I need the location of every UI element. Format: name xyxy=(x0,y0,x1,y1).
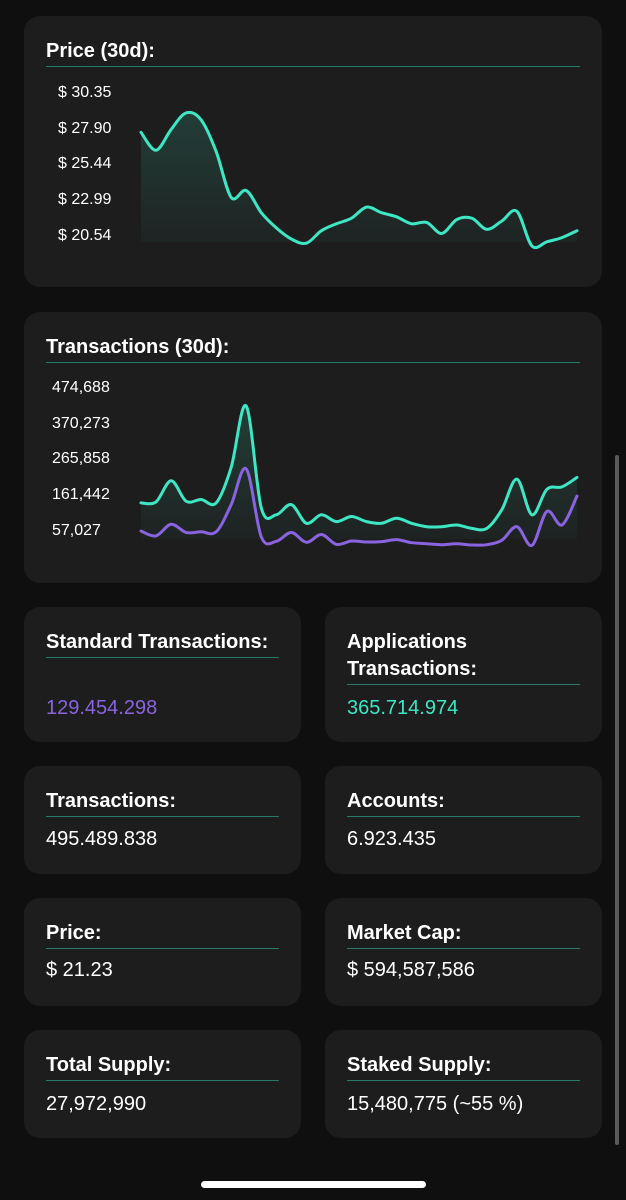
price-area-fill xyxy=(141,112,577,248)
transactions-tick-label: 474,688 xyxy=(52,379,110,396)
price-chart-card: Price (30d): $ 30.35 $ 27.90 $ 25.44 $ 2… xyxy=(24,16,602,287)
staked-supply-value: 15,480,775 (~55 %) xyxy=(347,1093,524,1115)
price-label: Price: xyxy=(46,920,279,949)
transactions-chart-card: Transactions (30d): 474,688 370,273 265,… xyxy=(24,312,602,583)
total-supply-card: Total Supply: 27,972,990 xyxy=(24,1030,301,1138)
price-card: Price: $ 21.23 xyxy=(24,898,301,1006)
standard-transactions-label: Standard Transactions: xyxy=(46,629,279,658)
price-chart-title: Price (30d): xyxy=(46,38,580,67)
accounts-label: Accounts: xyxy=(347,788,580,817)
scrollbar[interactable] xyxy=(615,455,619,1145)
market-cap-label: Market Cap: xyxy=(347,920,580,949)
transactions-tick-label: 370,273 xyxy=(52,415,110,432)
staked-supply-card: Staked Supply: 15,480,775 (~55 %) xyxy=(325,1030,602,1138)
transactions-tick-label: 161,442 xyxy=(52,486,110,503)
market-cap-card: Market Cap: $ 594,587,586 xyxy=(325,898,602,1006)
price-tick-label: $ 22.99 xyxy=(58,191,112,208)
transactions-chart-title: Transactions (30d): xyxy=(46,334,580,363)
price-line-chart xyxy=(139,110,579,250)
transactions-line-chart xyxy=(139,404,579,547)
standard-transactions-card: Standard Transactions: 129.454.298 xyxy=(24,607,301,742)
standard-transactions-value: 129.454.298 xyxy=(46,697,158,719)
price-tick-label: $ 30.35 xyxy=(58,84,112,101)
price-tick-label: $ 25.44 xyxy=(58,155,112,172)
transactions-label: Transactions: xyxy=(46,788,279,817)
price-value: $ 21.23 xyxy=(46,959,113,981)
market-cap-value: $ 594,587,586 xyxy=(347,959,475,981)
price-tick-label: $ 27.90 xyxy=(58,120,112,137)
applications-transactions-label: Applications Transactions: xyxy=(347,629,580,685)
total-supply-value: 27,972,990 xyxy=(46,1093,147,1115)
accounts-value: 6.923.435 xyxy=(347,828,436,850)
transactions-tick-label: 265,858 xyxy=(52,450,110,467)
home-indicator[interactable] xyxy=(201,1181,426,1188)
total-supply-label: Total Supply: xyxy=(46,1052,279,1081)
transactions-card: Transactions: 495.489.838 xyxy=(24,766,301,874)
transactions-tick-label: 57,027 xyxy=(52,522,101,539)
applications-transactions-value: 365.714.974 xyxy=(347,697,459,719)
accounts-card: Accounts: 6.923.435 xyxy=(325,766,602,874)
applications-transactions-card: Applications Transactions: 365.714.974 xyxy=(325,607,602,742)
staked-supply-label: Staked Supply: xyxy=(347,1052,580,1081)
transactions-value: 495.489.838 xyxy=(46,828,158,850)
price-tick-label: $ 20.54 xyxy=(58,227,112,244)
